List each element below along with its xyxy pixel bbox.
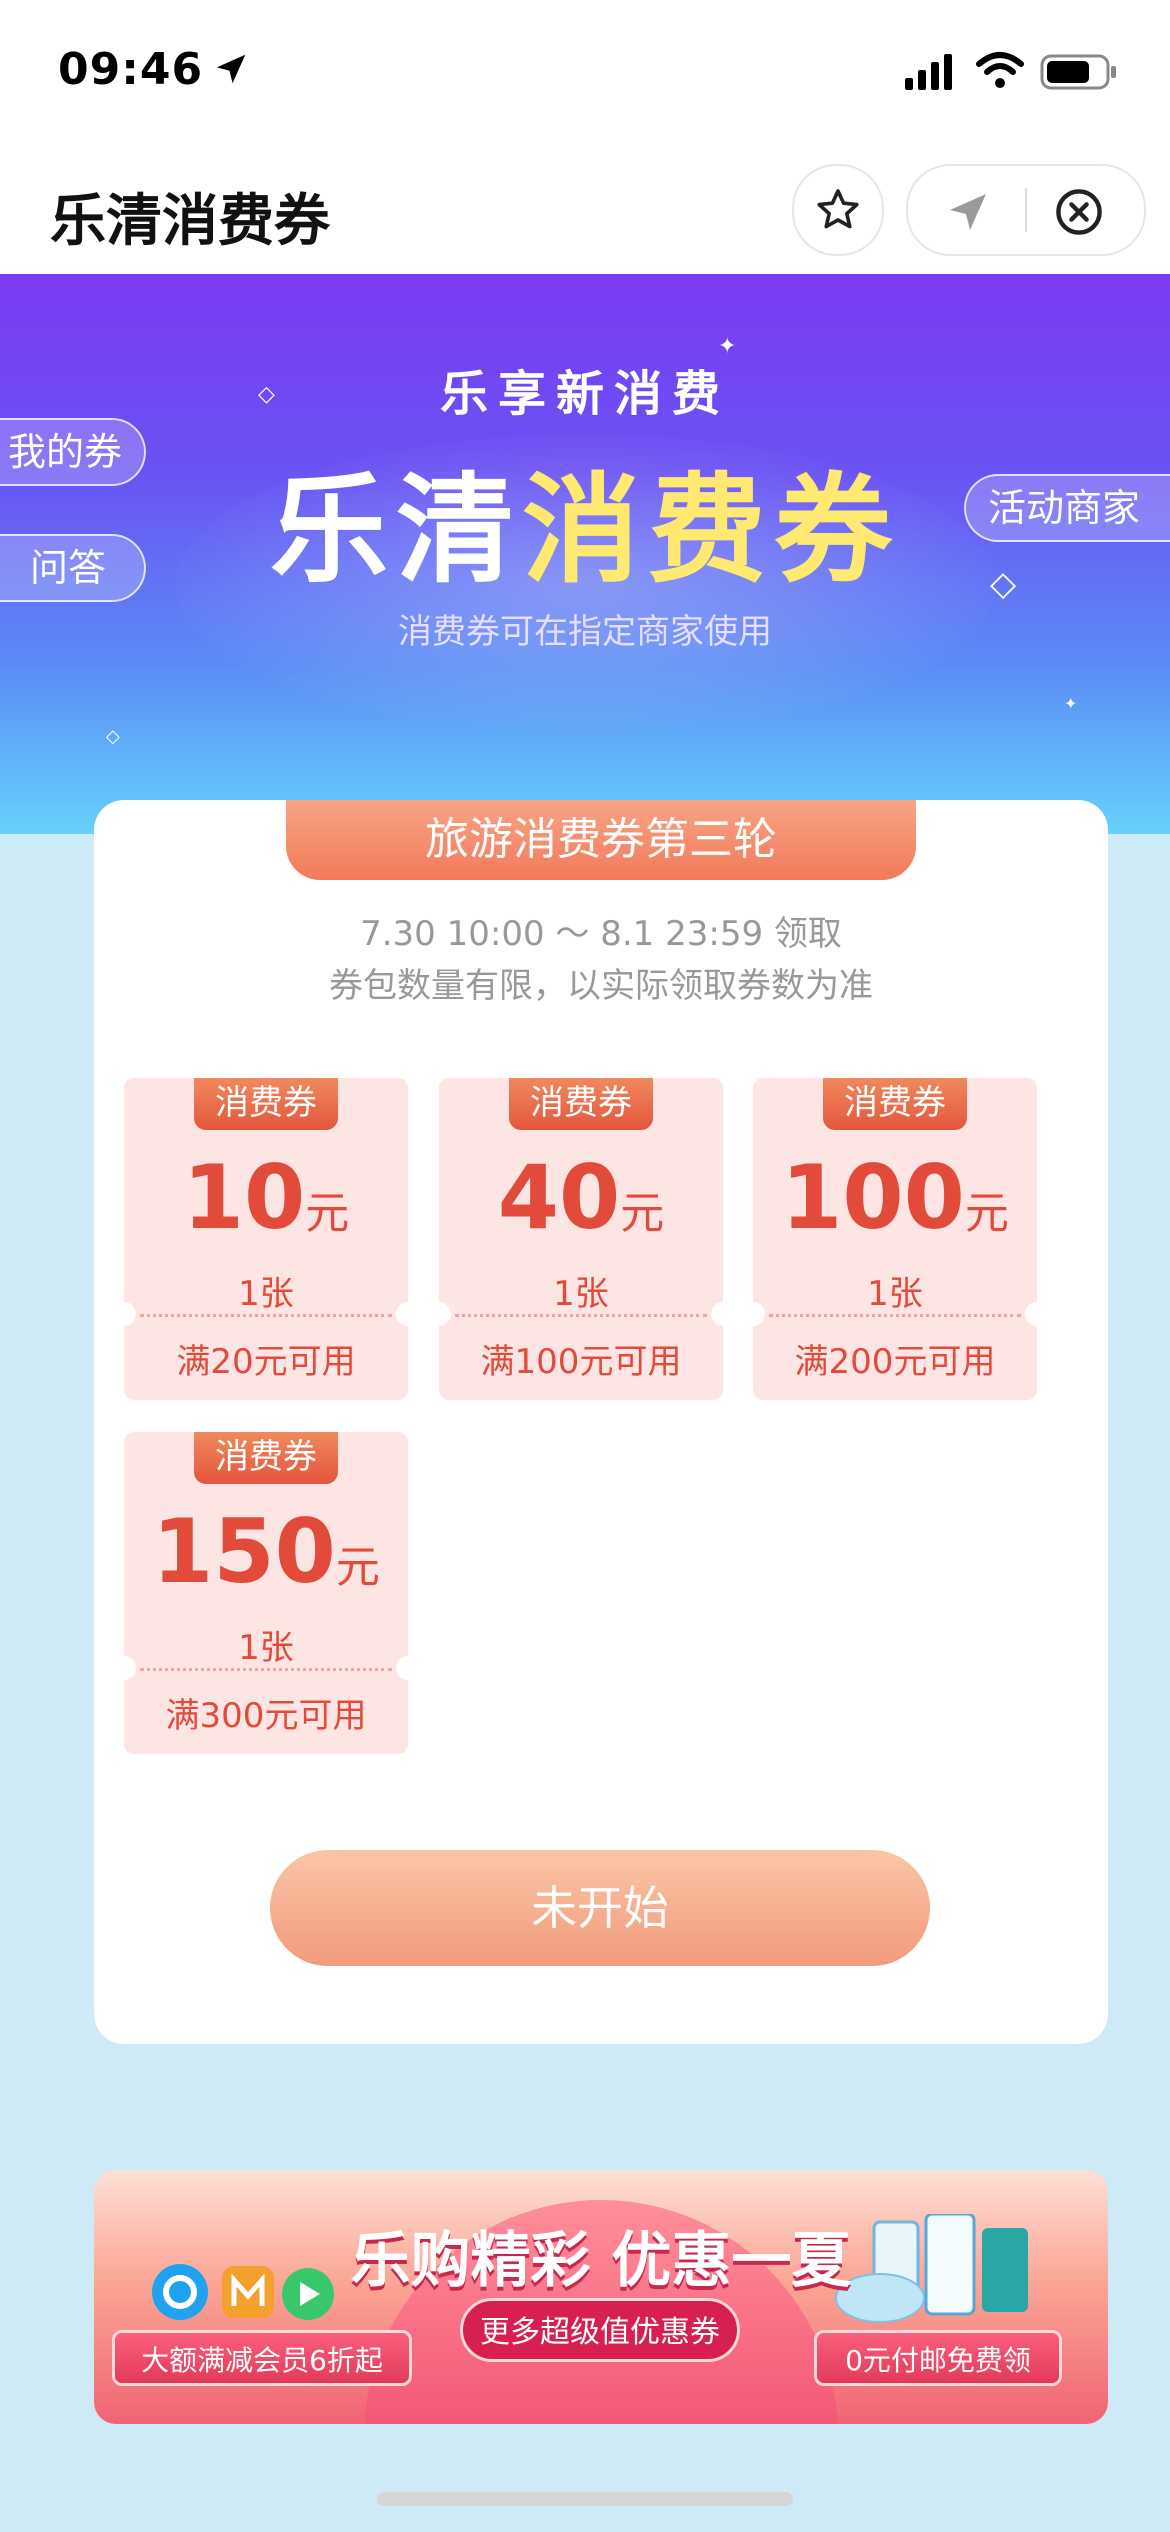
claim-button[interactable]: 未开始 (270, 1850, 930, 1966)
coupon-notch (112, 1302, 136, 1326)
page-title: 乐清消费券 (50, 189, 330, 254)
cellular-signal-icon (905, 54, 952, 90)
capsule-divider (1025, 188, 1027, 232)
home-indicator (377, 2492, 793, 2506)
coupon-amount: 10元 (124, 1148, 408, 1264)
coupon-amount-value: 150 (152, 1500, 336, 1603)
coupon-card: 消费券 40元 1张 满100元可用 (427, 1078, 735, 1400)
mini-program-capsule (906, 164, 1146, 256)
campaign-card: 旅游消费券第三轮 7.30 10:00 ～ 8.1 23:59 领取 券包数量有… (94, 800, 1108, 2044)
campaign-title: 旅游消费券第三轮 (286, 800, 916, 880)
more-coupons-button[interactable]: 更多超级值优惠券 (460, 2298, 740, 2362)
sparkle-icon: ◇ (106, 726, 120, 747)
coupon-notch (396, 1302, 420, 1326)
location-share-icon[interactable] (944, 188, 992, 236)
coupon-amount-value: 40 (497, 1146, 621, 1249)
coupon-amount-unit: 元 (964, 1188, 1009, 1239)
merchants-button[interactable]: 活动商家 (964, 474, 1170, 542)
campaign-note: 券包数量有限，以实际领取券数为准 (329, 966, 873, 1006)
sparkle-icon: ✦ (1064, 694, 1078, 713)
coupon-tag: 消费券 (509, 1078, 653, 1130)
coupon-notch (741, 1302, 765, 1326)
close-icon[interactable] (1053, 186, 1105, 238)
coupon-tag: 消费券 (194, 1432, 338, 1484)
battery-icon (1040, 54, 1116, 90)
coupon-divider (140, 1314, 392, 1317)
wifi-icon (976, 52, 1024, 88)
member-discount-button[interactable]: 大额满减会员6折起 (112, 2330, 412, 2386)
coupon-notch (427, 1302, 451, 1326)
faq-button[interactable]: 问答 (0, 534, 146, 602)
coupon-amount-unit: 元 (620, 1188, 665, 1239)
hero-title-part2: 消费券 (522, 461, 901, 599)
status-bar: 09:46 (0, 0, 1170, 150)
coupon-amount: 40元 (439, 1148, 723, 1264)
location-arrow-icon (216, 54, 246, 84)
hero-subtitle: 乐享新消费 (439, 366, 730, 422)
navigation-bar: 乐清消费券 (0, 150, 1170, 275)
hero-description: 消费券可在指定商家使用 (398, 612, 772, 652)
hero-title-part1: 乐清 (269, 461, 522, 599)
coupon-amount: 100元 (753, 1148, 1037, 1264)
my-coupons-button[interactable]: 我的券 (0, 418, 146, 486)
star-icon (817, 189, 859, 229)
status-time: 09:46 (58, 44, 204, 95)
coupon-divider (140, 1668, 392, 1671)
promo-banner[interactable]: 乐购精彩 优惠一夏 更多超级值优惠券 大额满减会员6折起 0元付邮免费领 (94, 2170, 1108, 2424)
banner-headline: 乐购精彩 优惠一夏 (350, 2226, 852, 2296)
coupon-notch (112, 1656, 136, 1680)
coupon-tag: 消费券 (823, 1078, 967, 1130)
coupon-quantity: 1张 (867, 1274, 923, 1314)
coupon-card: 消费券 150元 1张 满300元可用 (112, 1432, 420, 1754)
coupon-notch (711, 1302, 735, 1326)
coupon-quantity: 1张 (238, 1628, 294, 1668)
coupon-divider (769, 1314, 1021, 1317)
coupon-condition: 满100元可用 (480, 1342, 682, 1382)
coupon-card: 消费券 10元 1张 满20元可用 (112, 1078, 420, 1400)
favorite-button[interactable] (792, 164, 884, 256)
coupon-quantity: 1张 (238, 1274, 294, 1314)
coupon-condition: 满20元可用 (176, 1342, 356, 1382)
free-shipping-button[interactable]: 0元付邮免费领 (814, 2330, 1062, 2386)
coupon-notch (396, 1656, 420, 1680)
coupon-divider (455, 1314, 707, 1317)
coupon-amount-unit: 元 (305, 1188, 350, 1239)
coupon-card: 消费券 100元 1张 满200元可用 (741, 1078, 1049, 1400)
coupon-amount-value: 10 (182, 1146, 306, 1249)
coupon-amount-unit: 元 (335, 1542, 380, 1593)
coupon-notch (1025, 1302, 1049, 1326)
campaign-period: 7.30 10:00 ～ 8.1 23:59 领取 (360, 914, 842, 954)
coupon-condition: 满200元可用 (794, 1342, 996, 1382)
coupon-amount-value: 100 (781, 1146, 965, 1249)
coupon-amount: 150元 (124, 1502, 408, 1618)
hero-banner: ◇ ✦ ◇ ◇ ✦ 乐享新消费 乐清消费券 消费券可在指定商家使用 我的券 问答… (0, 274, 1170, 834)
coupon-condition: 满300元可用 (165, 1696, 367, 1736)
coupon-quantity: 1张 (553, 1274, 609, 1314)
coupon-tag: 消费券 (194, 1078, 338, 1130)
